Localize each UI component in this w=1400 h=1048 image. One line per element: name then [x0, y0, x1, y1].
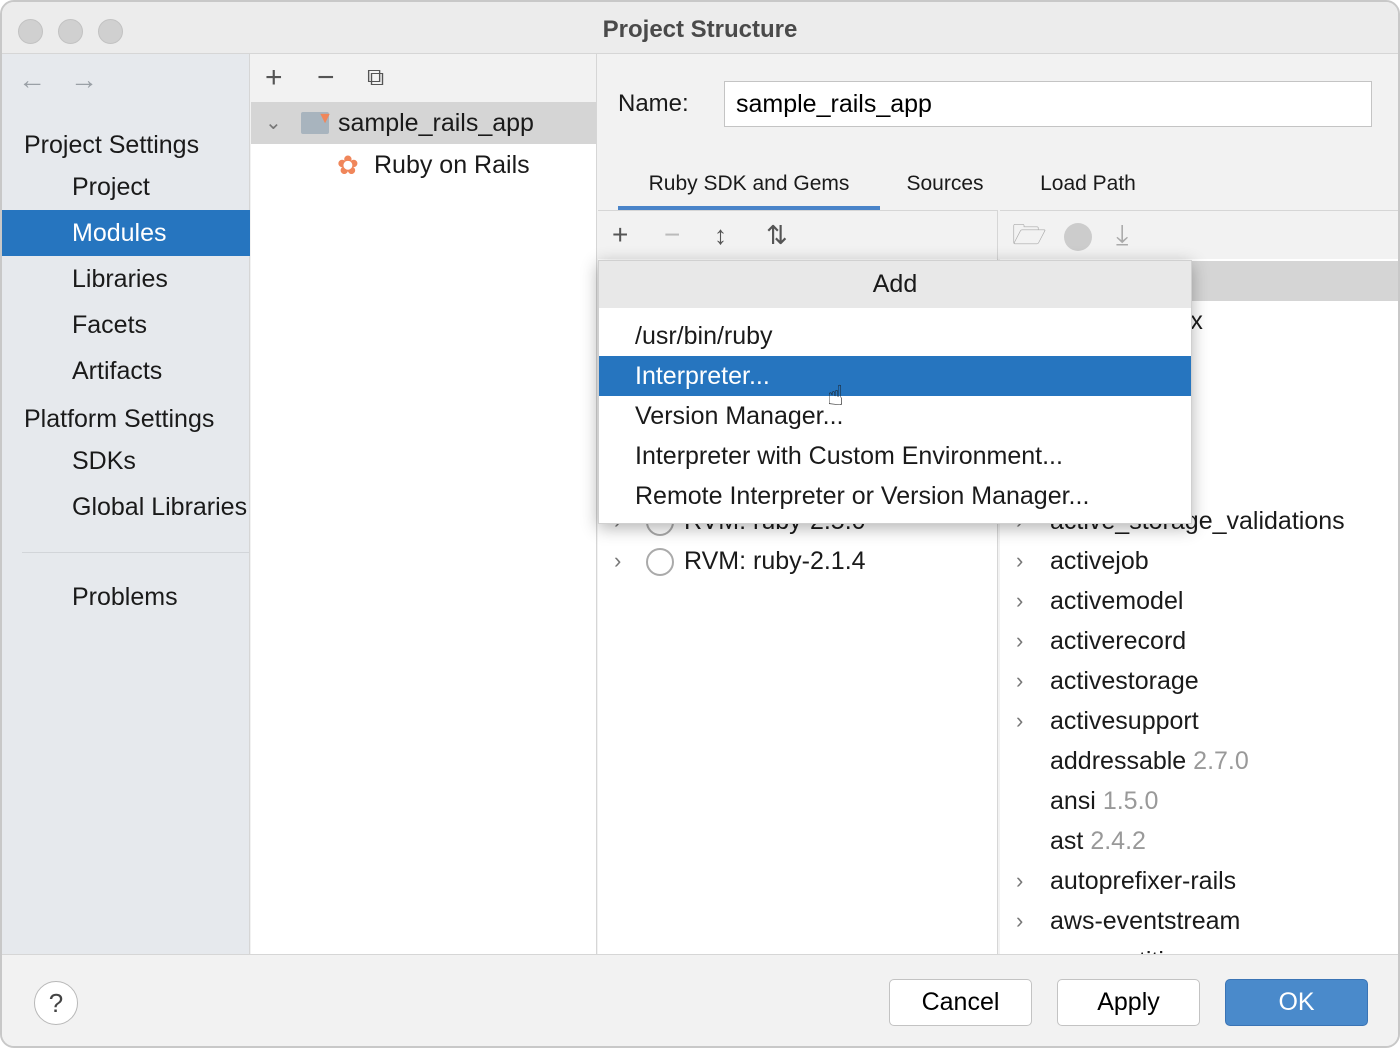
- sidebar-item-sdks[interactable]: SDKs: [2, 438, 250, 484]
- sdk-toolbar: + − ↕ ⇅: [598, 211, 997, 259]
- chevron-right-icon[interactable]: ›: [1016, 541, 1023, 581]
- tab-sources[interactable]: Sources: [888, 168, 1002, 210]
- gem-name: activestorage: [1050, 667, 1199, 695]
- gem-item[interactable]: › activesupport: [1000, 701, 1398, 741]
- gem-version: 2.7.0: [1193, 747, 1249, 775]
- cancel-button[interactable]: Cancel: [889, 979, 1032, 1026]
- ok-button[interactable]: OK: [1225, 979, 1368, 1026]
- download-icon[interactable]: ⤓: [1116, 219, 1128, 251]
- chevron-down-icon[interactable]: ⌄: [265, 102, 282, 144]
- popup-title: Add: [599, 261, 1191, 308]
- gem-version: 2.4.2: [1090, 827, 1146, 855]
- name-label: Name:: [618, 90, 689, 117]
- tree-item-sample-rails-app[interactable]: ⌄ ▼ sample_rails_app: [251, 102, 596, 144]
- dialog-footer: ? Cancel Apply OK: [2, 954, 1398, 1046]
- sidebar-item-libraries[interactable]: Libraries: [2, 256, 250, 302]
- modules-toolbar: + − ⧉: [251, 54, 596, 102]
- project-structure-dialog: Project Structure ← → Project Settings Pr…: [0, 0, 1400, 1048]
- sidebar-item-platform-settings: Platform Settings: [24, 405, 215, 433]
- add-icon[interactable]: +: [265, 54, 283, 102]
- name-input[interactable]: [724, 81, 1372, 127]
- folder-icon[interactable]: 🗁: [1012, 219, 1047, 251]
- gem-item[interactable]: › activemodel: [1000, 581, 1398, 621]
- gems-toolbar: 🗁 ⤓: [1000, 211, 1398, 259]
- gem-item[interactable]: ansi 1.5.0: [1000, 781, 1398, 821]
- sidebar-item-problems[interactable]: Problems: [2, 574, 250, 620]
- gem-item[interactable]: › autoprefixer-rails: [1000, 861, 1398, 901]
- gem-name: activemodel: [1050, 587, 1184, 615]
- chevron-right-icon[interactable]: ›: [1016, 661, 1023, 701]
- chevron-right-icon[interactable]: ›: [614, 541, 621, 581]
- popup-menu-item[interactable]: Interpreter...: [599, 356, 1191, 396]
- chevron-right-icon[interactable]: ›: [1016, 621, 1023, 661]
- title-bar: Project Structure: [2, 2, 1398, 54]
- chevron-right-icon[interactable]: ›: [1016, 901, 1023, 941]
- gem-name: activejob: [1050, 547, 1149, 575]
- gem-item[interactable]: › aws-partitions: [1000, 941, 1398, 954]
- add-sdk-popup: Add /usr/bin/ruby Interpreter... Version M…: [598, 260, 1192, 524]
- module-folder-icon: ▼: [301, 110, 333, 134]
- sidebar-item-facets[interactable]: Facets: [2, 302, 250, 348]
- gem-item[interactable]: › activerecord: [1000, 621, 1398, 661]
- popup-menu-item[interactable]: Version Manager...: [599, 396, 1191, 436]
- gem-item[interactable]: › activestorage: [1000, 661, 1398, 701]
- popup-menu-item[interactable]: /usr/bin/ruby: [599, 316, 1191, 356]
- popup-menu-item[interactable]: Interpreter with Custom Environment...: [599, 436, 1191, 476]
- sdk-item[interactable]: › RVM: ruby-2.1.4: [598, 541, 997, 581]
- rails-icon: ✿: [337, 150, 359, 180]
- forward-arrow-icon[interactable]: →: [70, 64, 98, 96]
- expand-all-icon[interactable]: ↕: [714, 219, 727, 251]
- gem-name: ansi: [1050, 787, 1096, 815]
- sdk-label: RVM: ruby-2.1.4: [684, 547, 866, 575]
- window-title: Project Structure: [602, 16, 798, 43]
- gem-name: autoprefixer-rails: [1050, 867, 1237, 895]
- gem-name: addressable: [1050, 747, 1187, 775]
- tab-load-path[interactable]: Load Path: [1022, 168, 1154, 210]
- gem-item[interactable]: › aws-eventstream: [1000, 901, 1398, 941]
- help-button[interactable]: ?: [34, 981, 78, 1025]
- gem-name: ast: [1050, 827, 1084, 855]
- tree-item-ruby-on-rails[interactable]: ✿ Ruby on Rails: [251, 144, 596, 186]
- tab-ruby-sdk-and-gems[interactable]: Ruby SDK and Gems: [618, 168, 880, 210]
- add-icon[interactable]: +: [612, 219, 628, 251]
- gem-name: activesupport: [1050, 707, 1199, 735]
- sidebar: ← → Project Settings Project Modules Librar…: [2, 54, 250, 954]
- sidebar-item-global-libraries[interactable]: Global Libraries: [2, 484, 250, 530]
- remove-icon[interactable]: −: [317, 54, 335, 102]
- modules-panel: + − ⧉ ⌄ ▼ sample_rails_app ✿ Ruby on Rai…: [251, 54, 597, 954]
- sidebar-item-modules[interactable]: Modules: [2, 210, 250, 256]
- tree-item-label: sample_rails_app: [338, 109, 534, 137]
- gem-name: aws-eventstream: [1050, 907, 1241, 935]
- sidebar-item-project-settings: Project Settings: [24, 131, 200, 159]
- sidebar-item-project[interactable]: Project: [2, 164, 250, 210]
- gem-name: aws-partitions: [1050, 947, 1204, 954]
- apply-button[interactable]: Apply: [1057, 979, 1200, 1026]
- sidebar-item-artifacts[interactable]: Artifacts: [2, 348, 250, 394]
- gem-item[interactable]: ast 2.4.2: [1000, 821, 1398, 861]
- radio-button[interactable]: [646, 548, 674, 577]
- chevron-right-icon[interactable]: ›: [1016, 861, 1023, 901]
- hand-cursor-icon: ☝: [827, 380, 845, 411]
- back-arrow-icon[interactable]: ←: [18, 64, 46, 96]
- popup-menu-item[interactable]: Remote Interpreter or Version Manager...: [599, 476, 1191, 516]
- collapse-all-icon[interactable]: ⇅: [766, 219, 788, 251]
- chevron-right-icon[interactable]: ›: [1016, 581, 1023, 621]
- gem-item[interactable]: addressable 2.7.0: [1000, 741, 1398, 781]
- remove-icon[interactable]: −: [664, 219, 680, 251]
- tree-item-label: Ruby on Rails: [374, 151, 530, 179]
- chevron-right-icon[interactable]: ›: [1016, 941, 1023, 954]
- sidebar-divider: [22, 552, 249, 553]
- gem-item[interactable]: › activejob: [1000, 541, 1398, 581]
- gem-icon[interactable]: [1064, 223, 1092, 251]
- gem-version: 1.5.0: [1102, 787, 1159, 815]
- copy-icon[interactable]: ⧉: [367, 54, 384, 102]
- gem-name: activerecord: [1050, 627, 1187, 655]
- chevron-right-icon[interactable]: ›: [1016, 701, 1023, 741]
